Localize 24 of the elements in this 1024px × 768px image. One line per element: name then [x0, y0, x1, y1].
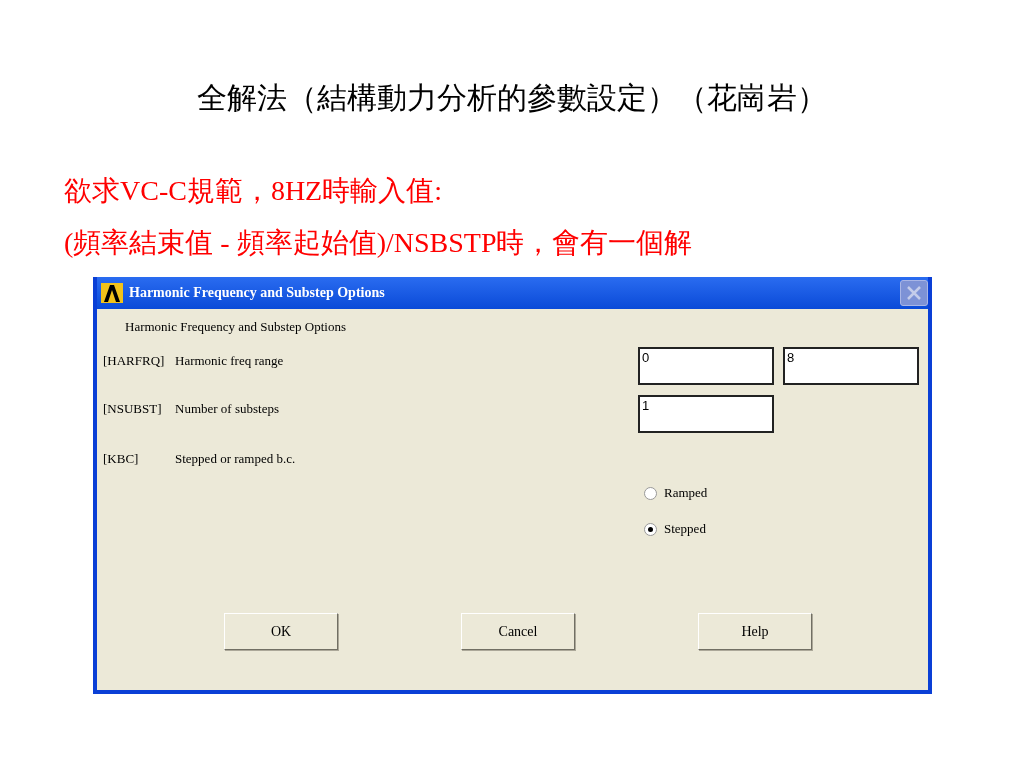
window-title: Harmonic Frequency and Substep Options: [129, 285, 386, 301]
radio-button[interactable]: [644, 522, 657, 536]
option-code: [KBC]: [103, 451, 140, 467]
close-button[interactable]: [900, 280, 928, 306]
option-label: Harmonic freq range: [175, 353, 284, 369]
radio-label: Stepped: [664, 521, 706, 537]
note-text: (頻率結束值 - 頻率起始值)/NSBSTP時，會有一個解: [64, 226, 693, 260]
option-label: Number of substeps: [175, 401, 279, 417]
radio-button[interactable]: [644, 486, 657, 500]
dialog-button[interactable]: OK: [224, 613, 338, 650]
dialog-heading: Harmonic Frequency and Substep Options: [125, 319, 347, 335]
input-field[interactable]: 8: [783, 347, 919, 385]
option-code: [HARFRQ]: [103, 353, 166, 369]
dialog-button[interactable]: Cancel: [461, 613, 575, 650]
option-code: [NSUBST]: [103, 401, 163, 417]
app-logo-icon: [101, 283, 123, 303]
input-field[interactable]: 1: [638, 395, 774, 433]
note-text: 欲求VC-C規範，8HZ時輸入值:: [64, 174, 443, 208]
close-icon: [906, 285, 922, 301]
radio-label: Ramped: [664, 485, 708, 501]
input-field[interactable]: 0: [638, 347, 774, 385]
option-label: Stepped or ramped b.c.: [175, 451, 296, 467]
slide-title: 全解法（結構動力分析的參數設定）（花崗岩）: [197, 80, 827, 116]
dialog-button[interactable]: Help: [698, 613, 812, 650]
